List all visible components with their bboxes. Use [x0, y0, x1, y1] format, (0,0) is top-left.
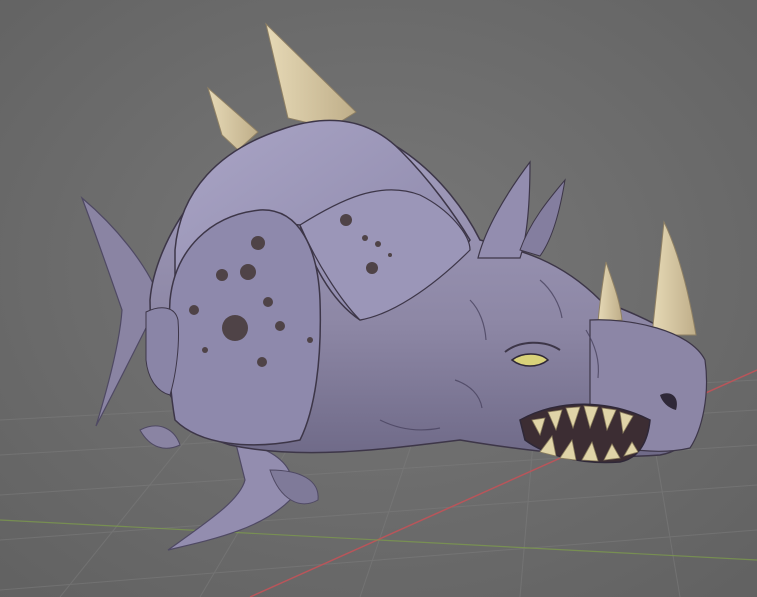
3d-viewport[interactable]	[0, 0, 757, 597]
viewport-render	[0, 0, 757, 597]
